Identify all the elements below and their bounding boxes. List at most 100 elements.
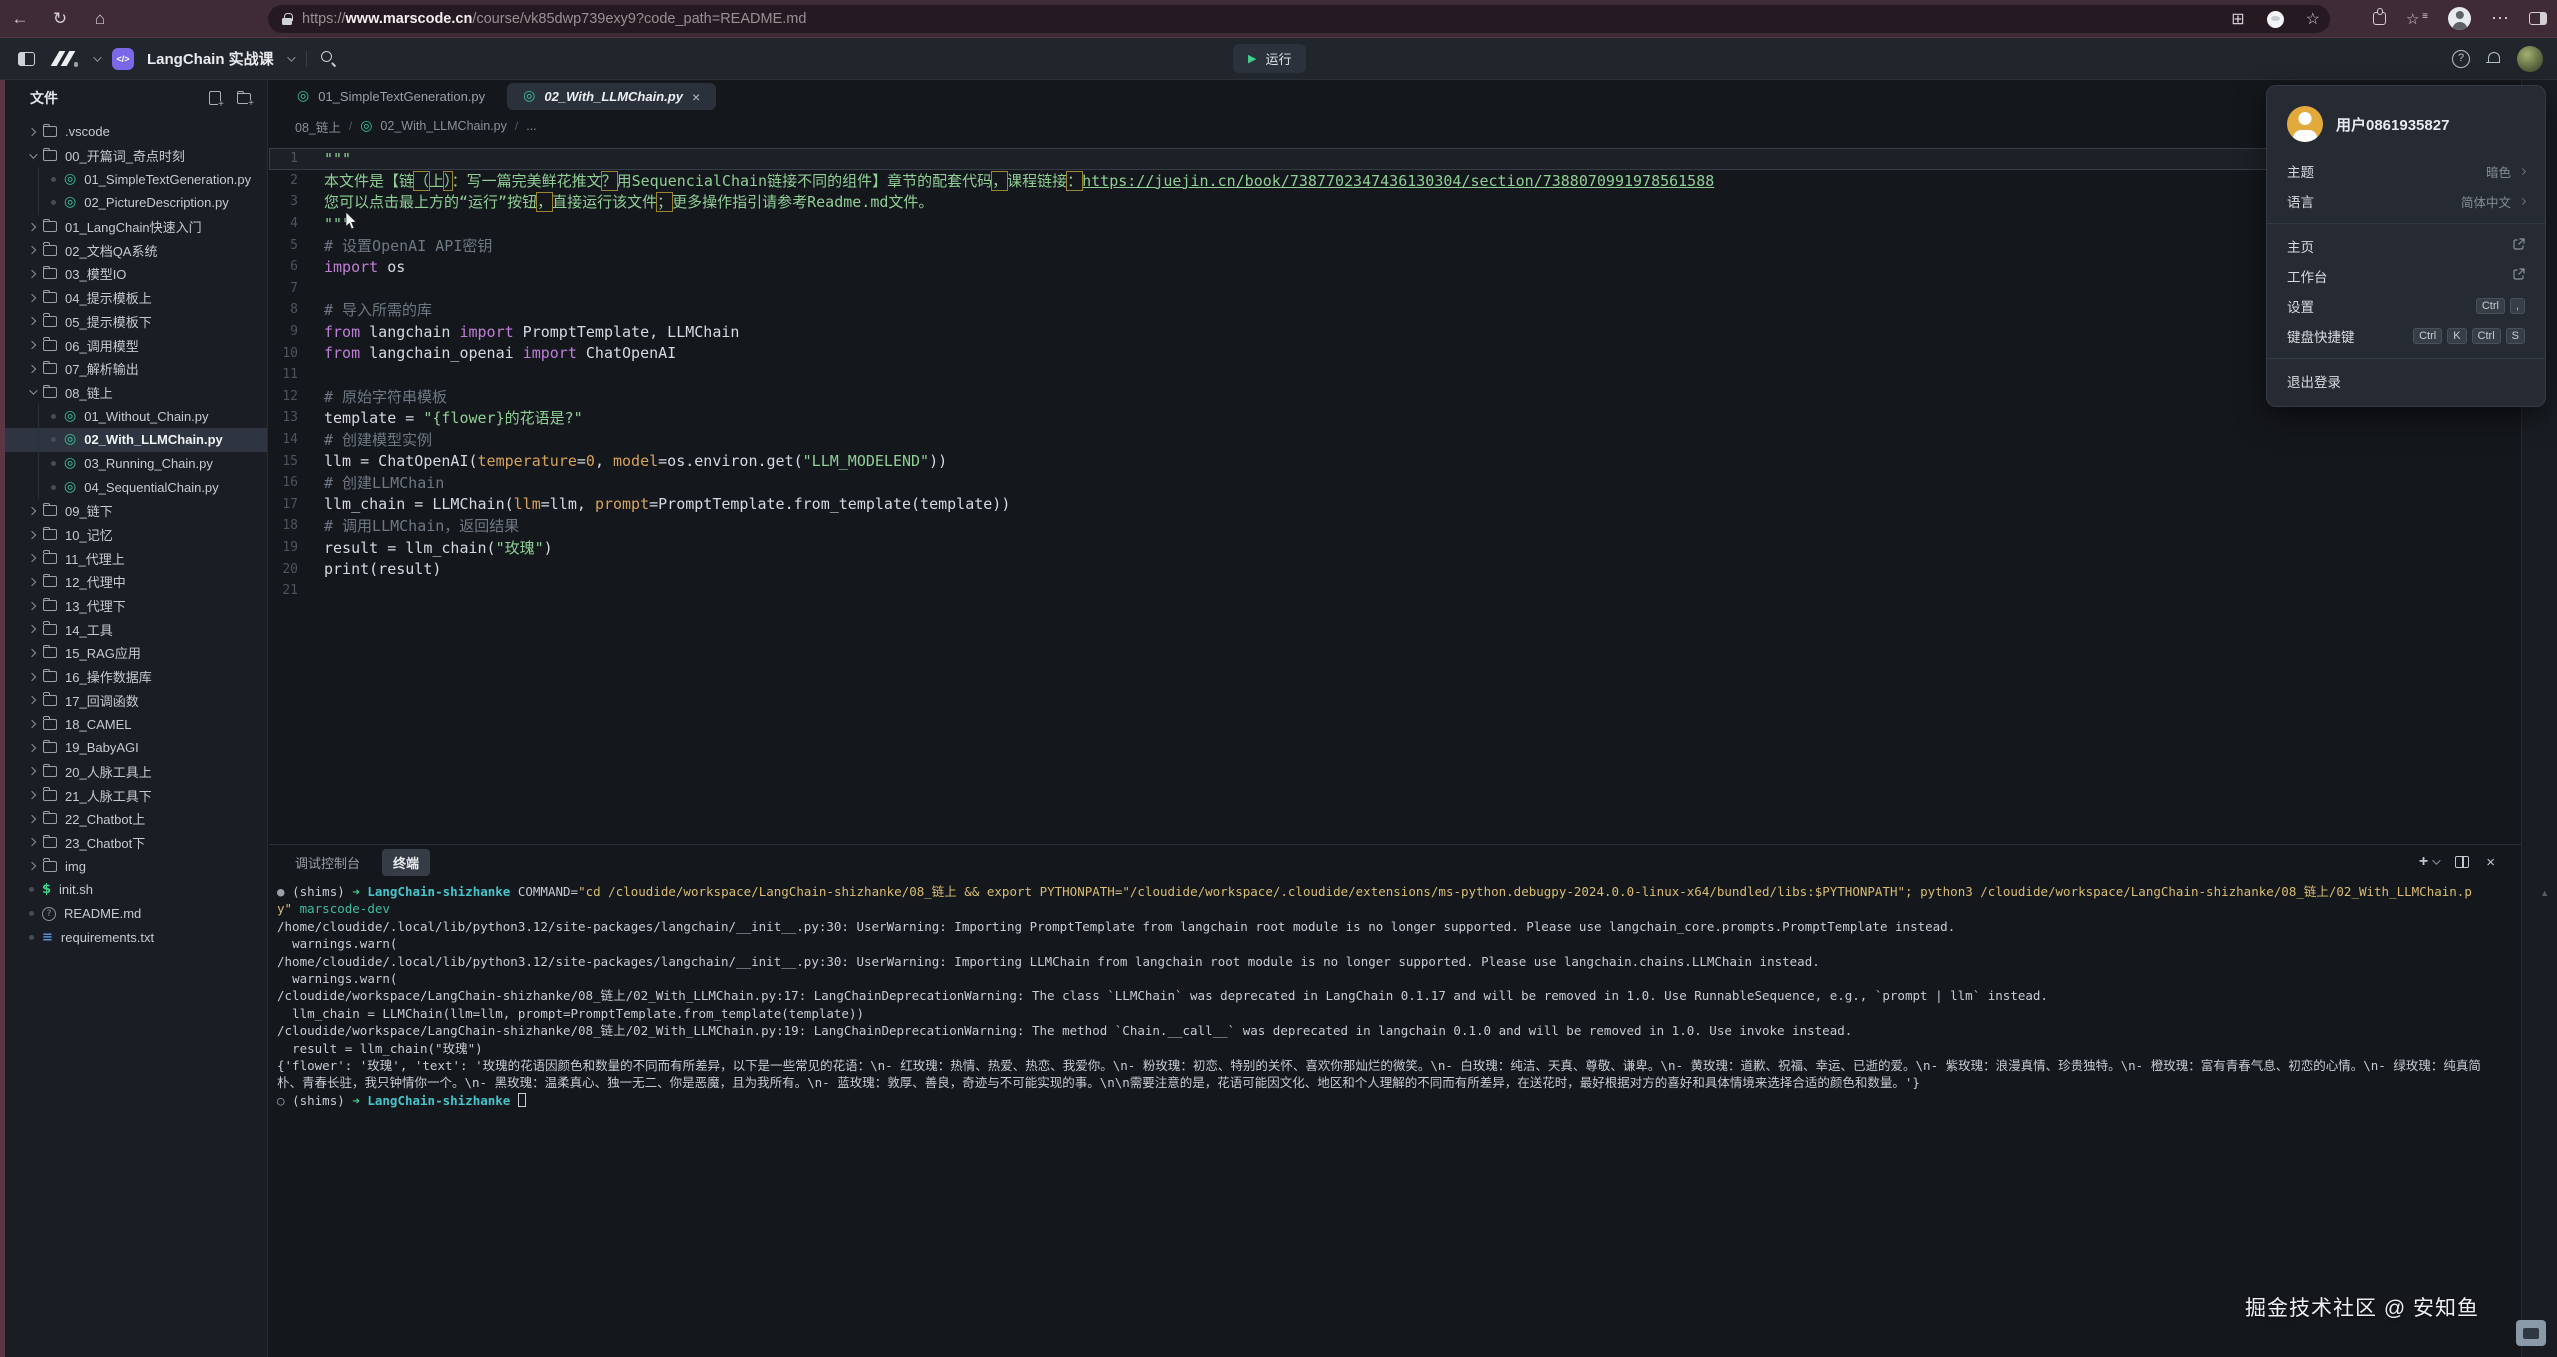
browser-menu-icon[interactable] xyxy=(2491,8,2509,29)
tab-actions-icon[interactable] xyxy=(2231,9,2244,29)
tree-folder-10_记忆[interactable]: 10_记忆 xyxy=(5,523,267,547)
tree-folder-13_代理下[interactable]: 13_代理下 xyxy=(5,594,267,618)
chevron-down-icon[interactable] xyxy=(93,53,101,61)
terminal-cursor[interactable] xyxy=(518,1093,526,1107)
search-icon[interactable] xyxy=(320,50,337,67)
status-dot-icon xyxy=(51,437,56,442)
help-icon[interactable] xyxy=(2452,50,2470,68)
scroll-up-icon[interactable] xyxy=(2540,888,2549,898)
tree-folder-12_代理中[interactable]: 12_代理中 xyxy=(5,570,267,594)
bookmark-icon[interactable] xyxy=(2306,9,2320,29)
breadcrumb-folder[interactable]: 08_链上 xyxy=(295,117,341,136)
floating-widget-button[interactable] xyxy=(2516,1320,2546,1346)
tree-file-README.md[interactable]: ?README.md xyxy=(5,902,267,926)
browser-back-icon[interactable] xyxy=(0,9,40,29)
tree-file-02_With_LLMChain.py[interactable]: ◎02_With_LLMChain.py xyxy=(5,428,267,452)
new-file-icon[interactable] xyxy=(209,91,221,105)
chevron-down-icon xyxy=(29,150,37,158)
menu-item-工作台[interactable]: 工作台 xyxy=(2267,261,2545,291)
tree-folder-14_工具[interactable]: 14_工具 xyxy=(5,617,267,641)
menu-item-设置[interactable]: 设置Ctrl, xyxy=(2267,291,2545,321)
python-file-icon: ◎ xyxy=(523,90,535,103)
code-text: # 调用LLMChain，返回结果 xyxy=(324,515,519,536)
menu-item-键盘快捷键[interactable]: 键盘快捷键CtrlKCtrlS xyxy=(2267,321,2545,351)
tree-folder-09_链下[interactable]: 09_链下 xyxy=(5,499,267,523)
menu-item-主页[interactable]: 主页 xyxy=(2267,231,2545,261)
tree-folder-22_Chatbot上[interactable]: 22_Chatbot上 xyxy=(5,807,267,831)
tree-folder-03_模型IO[interactable]: 03_模型IO xyxy=(5,262,267,286)
split-terminal-icon[interactable] xyxy=(2455,856,2469,868)
tree-folder-21_人脉工具下[interactable]: 21_人脉工具下 xyxy=(5,783,267,807)
new-terminal-icon[interactable] xyxy=(2419,853,2438,871)
tree-folder-15_RAG应用[interactable]: 15_RAG应用 xyxy=(5,641,267,665)
marscode-logo[interactable] xyxy=(48,50,80,68)
browser-profile-avatar[interactable] xyxy=(2448,7,2471,30)
editor-tab-01_SimpleTextGeneration.py[interactable]: ◎01_SimpleTextGeneration.py xyxy=(281,80,501,113)
close-panel-icon[interactable] xyxy=(2486,854,2495,871)
tree-folder-23_Chatbot下[interactable]: 23_Chatbot下 xyxy=(5,831,267,855)
tree-folder-11_代理上[interactable]: 11_代理上 xyxy=(5,546,267,570)
panel-tab-终端[interactable]: 终端 xyxy=(382,849,430,876)
tree-file-03_Running_Chain.py[interactable]: ◎03_Running_Chain.py xyxy=(5,452,267,476)
notifications-icon[interactable] xyxy=(2486,51,2501,66)
menu-item-退出登录[interactable]: 退出登录 xyxy=(2267,366,2545,396)
editor-tab-02_With_LLMChain.py[interactable]: ◎02_With_LLMChain.py× xyxy=(507,83,716,110)
tree-file-01_SimpleTextGeneration.py[interactable]: ◎01_SimpleTextGeneration.py xyxy=(5,167,267,191)
chevron-down-icon[interactable] xyxy=(2432,856,2440,864)
tree-file-04_SequentialChain.py[interactable]: ◎04_SequentialChain.py xyxy=(5,475,267,499)
breadcrumb-more[interactable]: ... xyxy=(526,119,536,133)
code-text: llm_chain = LLMChain(llm=llm, prompt=Pro… xyxy=(324,495,1010,513)
address-bar[interactable]: https://www.marscode.cn/course/vk85dwp73… xyxy=(268,5,2330,33)
divider xyxy=(306,51,307,67)
close-tab-icon[interactable]: × xyxy=(692,91,700,103)
tree-folder-08_链上[interactable]: 08_链上 xyxy=(5,381,267,405)
tree-folder-20_人脉工具上[interactable]: 20_人脉工具上 xyxy=(5,760,267,784)
tree-folder-01_LangChain快速入门[interactable]: 01_LangChain快速入门 xyxy=(5,215,267,239)
tree-folder-07_解析输出[interactable]: 07_解析输出 xyxy=(5,357,267,381)
browser-refresh-icon[interactable] xyxy=(40,9,80,29)
browser-home-icon[interactable] xyxy=(80,9,120,29)
tree-folder-17_回调函数[interactable]: 17_回调函数 xyxy=(5,689,267,713)
tree-file-requirements.txt[interactable]: ≡requirements.txt xyxy=(5,925,267,949)
tree-file-02_PictureDescription.py[interactable]: ◎02_PictureDescription.py xyxy=(5,191,267,215)
split-screen-icon[interactable] xyxy=(2267,11,2284,28)
menu-item-主题[interactable]: 主题暗色 xyxy=(2267,156,2545,186)
python-file-icon: ◎ xyxy=(360,120,372,133)
panel-toggle-icon[interactable] xyxy=(18,52,35,66)
tree-file-init.sh[interactable]: $init.sh xyxy=(5,878,267,902)
tree-folder-06_调用模型[interactable]: 06_调用模型 xyxy=(5,333,267,357)
extensions-icon[interactable] xyxy=(2373,12,2386,25)
favorites-icon[interactable] xyxy=(2406,10,2428,28)
new-folder-icon[interactable] xyxy=(237,93,251,104)
chevron-down-icon[interactable] xyxy=(287,53,295,61)
user-avatar[interactable] xyxy=(2517,46,2543,72)
tree-folder-img[interactable]: img xyxy=(5,854,267,878)
code-text: template = "{flower}的花语是?" xyxy=(324,407,583,428)
code-editor[interactable]: 1"""2本文件是【链（上）：写一篇完美鲜花推文？用SequencialChai… xyxy=(269,139,2521,844)
terminal-output[interactable]: ● (shims) ➜ LangChain-shizhanke COMMAND=… xyxy=(269,879,2521,1357)
tree-file-01_Without_Chain.py[interactable]: ◎01_Without_Chain.py xyxy=(5,404,267,428)
tree-folder-05_提示模板下[interactable]: 05_提示模板下 xyxy=(5,310,267,334)
folder-icon xyxy=(43,695,57,706)
breadcrumb-file[interactable]: 02_With_LLMChain.py xyxy=(380,119,506,133)
screen: https://www.marscode.cn/course/vk85dwp73… xyxy=(0,0,2557,1357)
run-button[interactable]: 运行 xyxy=(1233,44,1306,73)
browser-sidebar-icon[interactable] xyxy=(2529,12,2547,25)
line-number: 2 xyxy=(269,173,324,188)
code-line: 9from langchain import PromptTemplate, L… xyxy=(269,321,2521,343)
tree-folder-00_开篇词_奇点时刻[interactable]: 00_开篇词_奇点时刻 xyxy=(5,144,267,168)
menu-item-语言[interactable]: 语言简体中文 xyxy=(2267,186,2545,216)
tree-folder-04_提示模板上[interactable]: 04_提示模板上 xyxy=(5,286,267,310)
breadcrumb[interactable]: 08_链上 / ◎ 02_With_LLMChain.py / ... xyxy=(269,113,2521,139)
panel-tab-调试控制台[interactable]: 调试控制台 xyxy=(295,853,360,872)
file-label: 19_BabyAGI xyxy=(65,740,139,755)
mouse-cursor xyxy=(345,212,358,230)
tree-folder-.vscode[interactable]: .vscode xyxy=(5,120,267,144)
tree-folder-16_操作数据库[interactable]: 16_操作数据库 xyxy=(5,665,267,689)
terminal-line: ○ (shims) ➜ LangChain-shizhanke xyxy=(277,1092,2481,1109)
file-label: 07_解析输出 xyxy=(65,359,139,378)
tree-folder-02_文档QA系统[interactable]: 02_文档QA系统 xyxy=(5,238,267,262)
tree-folder-19_BabyAGI[interactable]: 19_BabyAGI xyxy=(5,736,267,760)
python-file-icon: ◎ xyxy=(64,410,76,423)
tree-folder-18_CAMEL[interactable]: 18_CAMEL xyxy=(5,712,267,736)
